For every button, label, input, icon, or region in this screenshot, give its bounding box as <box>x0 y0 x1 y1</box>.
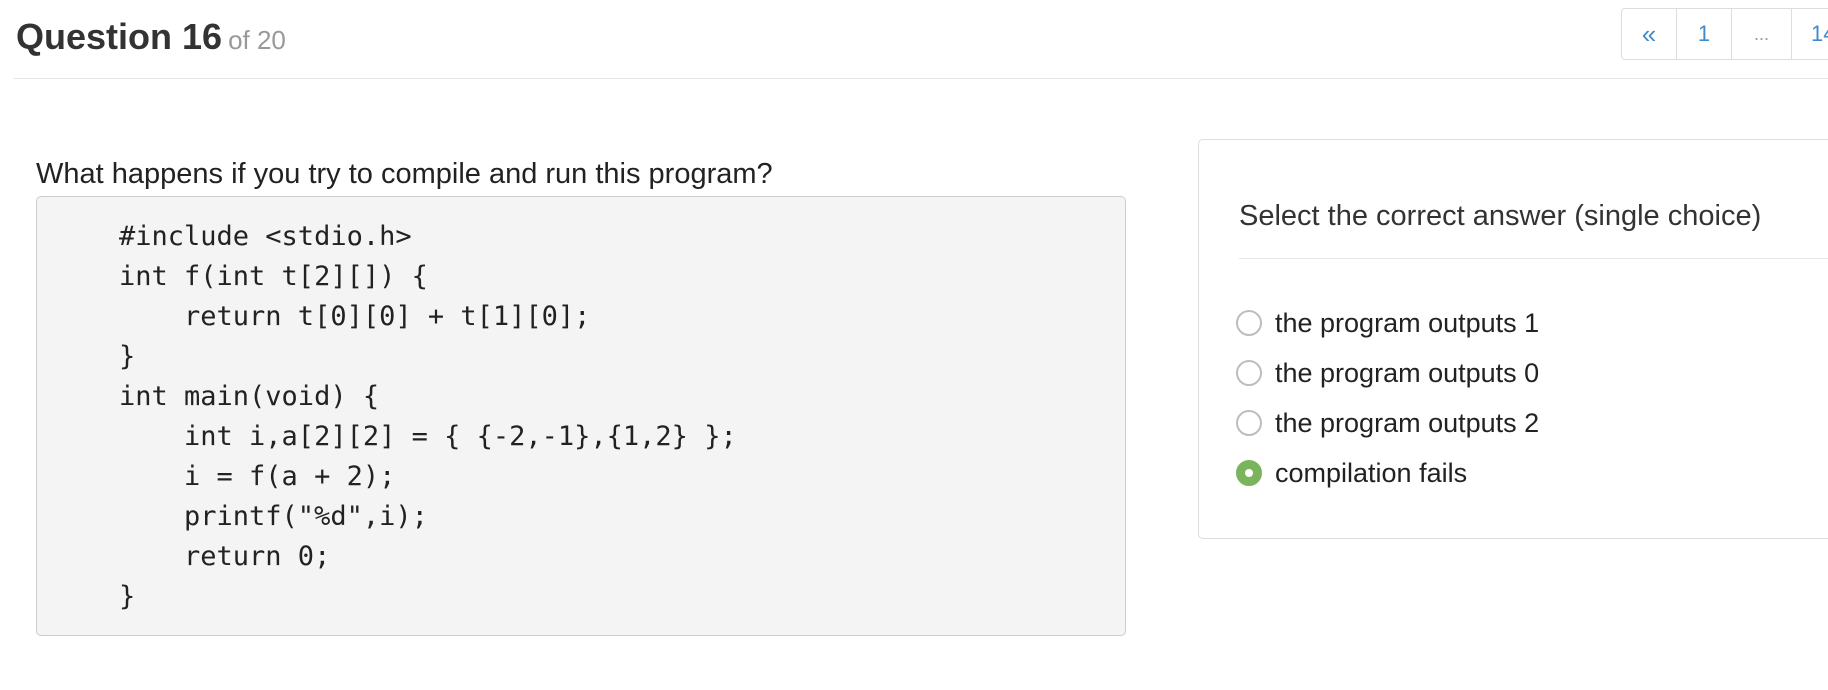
question-count: of 20 <box>228 25 286 55</box>
pagination-prev-button[interactable]: « <box>1622 9 1677 59</box>
answer-option-4[interactable]: compilation fails <box>1236 448 1539 498</box>
radio-button[interactable] <box>1236 310 1262 336</box>
code-block: #include <stdio.h> int f(int t[2][]) { r… <box>36 196 1126 636</box>
answer-option-label: the program outputs 1 <box>1275 307 1540 338</box>
radio-button[interactable] <box>1236 360 1262 386</box>
quiz-page: Question 16of 20 « 1 ... 14 What happens… <box>0 0 1828 690</box>
answer-options: the program outputs 1 the program output… <box>1236 298 1539 498</box>
answer-panel: Select the correct answer (single choice… <box>1198 139 1828 539</box>
question-number: Question 16 of 20 <box>16 16 286 58</box>
radio-button-selected[interactable] <box>1236 460 1262 486</box>
divider <box>1239 258 1828 259</box>
answer-option-label: the program outputs 2 <box>1275 407 1540 438</box>
pagination-page-1[interactable]: 1 <box>1677 9 1732 59</box>
answer-option-1[interactable]: the program outputs 1 <box>1236 298 1539 348</box>
question-title: Question 16 <box>16 16 223 57</box>
answer-option-label: compilation fails <box>1275 457 1468 488</box>
question-prompt: What happens if you try to compile and r… <box>36 158 773 190</box>
answer-option-label: the program outputs 0 <box>1275 357 1540 388</box>
question-header: Question 16 of 20 <box>14 0 1828 79</box>
pagination-ellipsis[interactable]: ... <box>1732 9 1792 59</box>
radio-button[interactable] <box>1236 410 1262 436</box>
answer-instructions: Select the correct answer (single choice… <box>1239 200 1762 232</box>
answer-option-2[interactable]: the program outputs 0 <box>1236 348 1539 398</box>
pagination: « 1 ... 14 <box>1621 8 1828 60</box>
code-listing: #include <stdio.h> int f(int t[2][]) { r… <box>119 221 737 612</box>
answer-option-3[interactable]: the program outputs 2 <box>1236 398 1539 448</box>
pagination-page-14[interactable]: 14 <box>1792 9 1828 59</box>
